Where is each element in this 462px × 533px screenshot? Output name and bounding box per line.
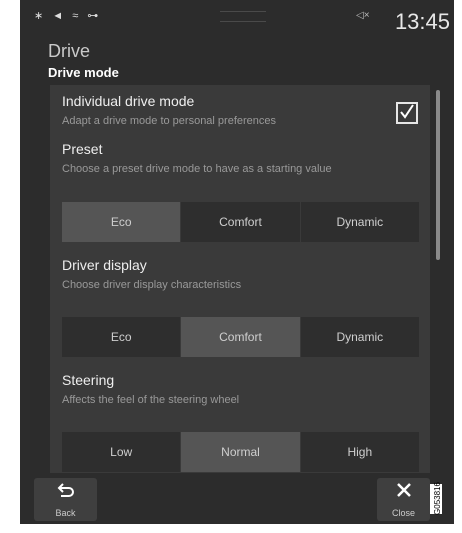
- top-view-handle[interactable]: [220, 11, 266, 22]
- driver-display-option-comfort[interactable]: Comfort: [181, 317, 300, 357]
- back-button[interactable]: Back: [34, 478, 97, 521]
- scrollbar[interactable]: [436, 90, 440, 260]
- driver-display-title: Driver display: [62, 257, 147, 273]
- status-icons: ∗ ◄ ≈ ⊶: [34, 10, 102, 22]
- steering-title: Steering: [62, 372, 115, 388]
- preset-description: Choose a preset drive mode to have as a …: [62, 163, 332, 175]
- figure-id-text: G053816: [432, 482, 442, 515]
- steering-selector: Low Normal High: [62, 432, 419, 472]
- individual-drive-mode-checkbox[interactable]: [396, 102, 418, 124]
- back-arrow-icon: [34, 482, 97, 503]
- individual-drive-mode-description: Adapt a drive mode to personal preferenc…: [62, 115, 277, 127]
- individual-drive-mode-title: Individual drive mode: [62, 93, 195, 109]
- preset-option-eco[interactable]: Eco: [62, 202, 181, 242]
- preset-title: Preset: [62, 141, 103, 157]
- close-label: Close: [391, 508, 415, 518]
- close-button[interactable]: Close: [377, 478, 430, 521]
- steering-option-low[interactable]: Low: [62, 432, 181, 472]
- preset-option-dynamic[interactable]: Dynamic: [300, 202, 419, 242]
- page-subtitle: Drive mode: [48, 65, 119, 80]
- driver-display-option-dynamic[interactable]: Dynamic: [300, 317, 419, 357]
- preset-option-comfort[interactable]: Comfort: [181, 202, 300, 242]
- figure-id-label: G053816: [430, 482, 442, 515]
- back-label: Back: [55, 508, 76, 518]
- checkmark-icon: [400, 104, 414, 119]
- steering-option-normal[interactable]: Normal: [181, 432, 300, 472]
- page-title: Drive: [48, 41, 91, 61]
- bottom-bar: Back Close: [20, 473, 454, 524]
- steering-option-high[interactable]: High: [300, 432, 419, 472]
- settings-list: Individual drive mode Adapt a drive mode…: [50, 85, 430, 473]
- driver-display-description: Choose driver display characteristics: [62, 279, 242, 291]
- infotainment-screen: ∗ ◄ ≈ ⊶ ◁× 13:45 Drive Drive mode Indivi…: [20, 0, 454, 524]
- close-icon: [377, 482, 430, 503]
- status-bar: ∗ ◄ ≈ ⊶ ◁× 13:45: [20, 0, 454, 36]
- preset-selector: Eco Comfort Dynamic: [62, 202, 419, 242]
- clock: 13:45: [394, 9, 450, 34]
- driver-display-selector: Eco Comfort Dynamic: [62, 317, 419, 357]
- steering-description: Affects the feel of the steering wheel: [62, 394, 240, 406]
- volume-muted-icon: ◁×: [356, 10, 370, 21]
- driver-display-option-eco[interactable]: Eco: [62, 317, 181, 357]
